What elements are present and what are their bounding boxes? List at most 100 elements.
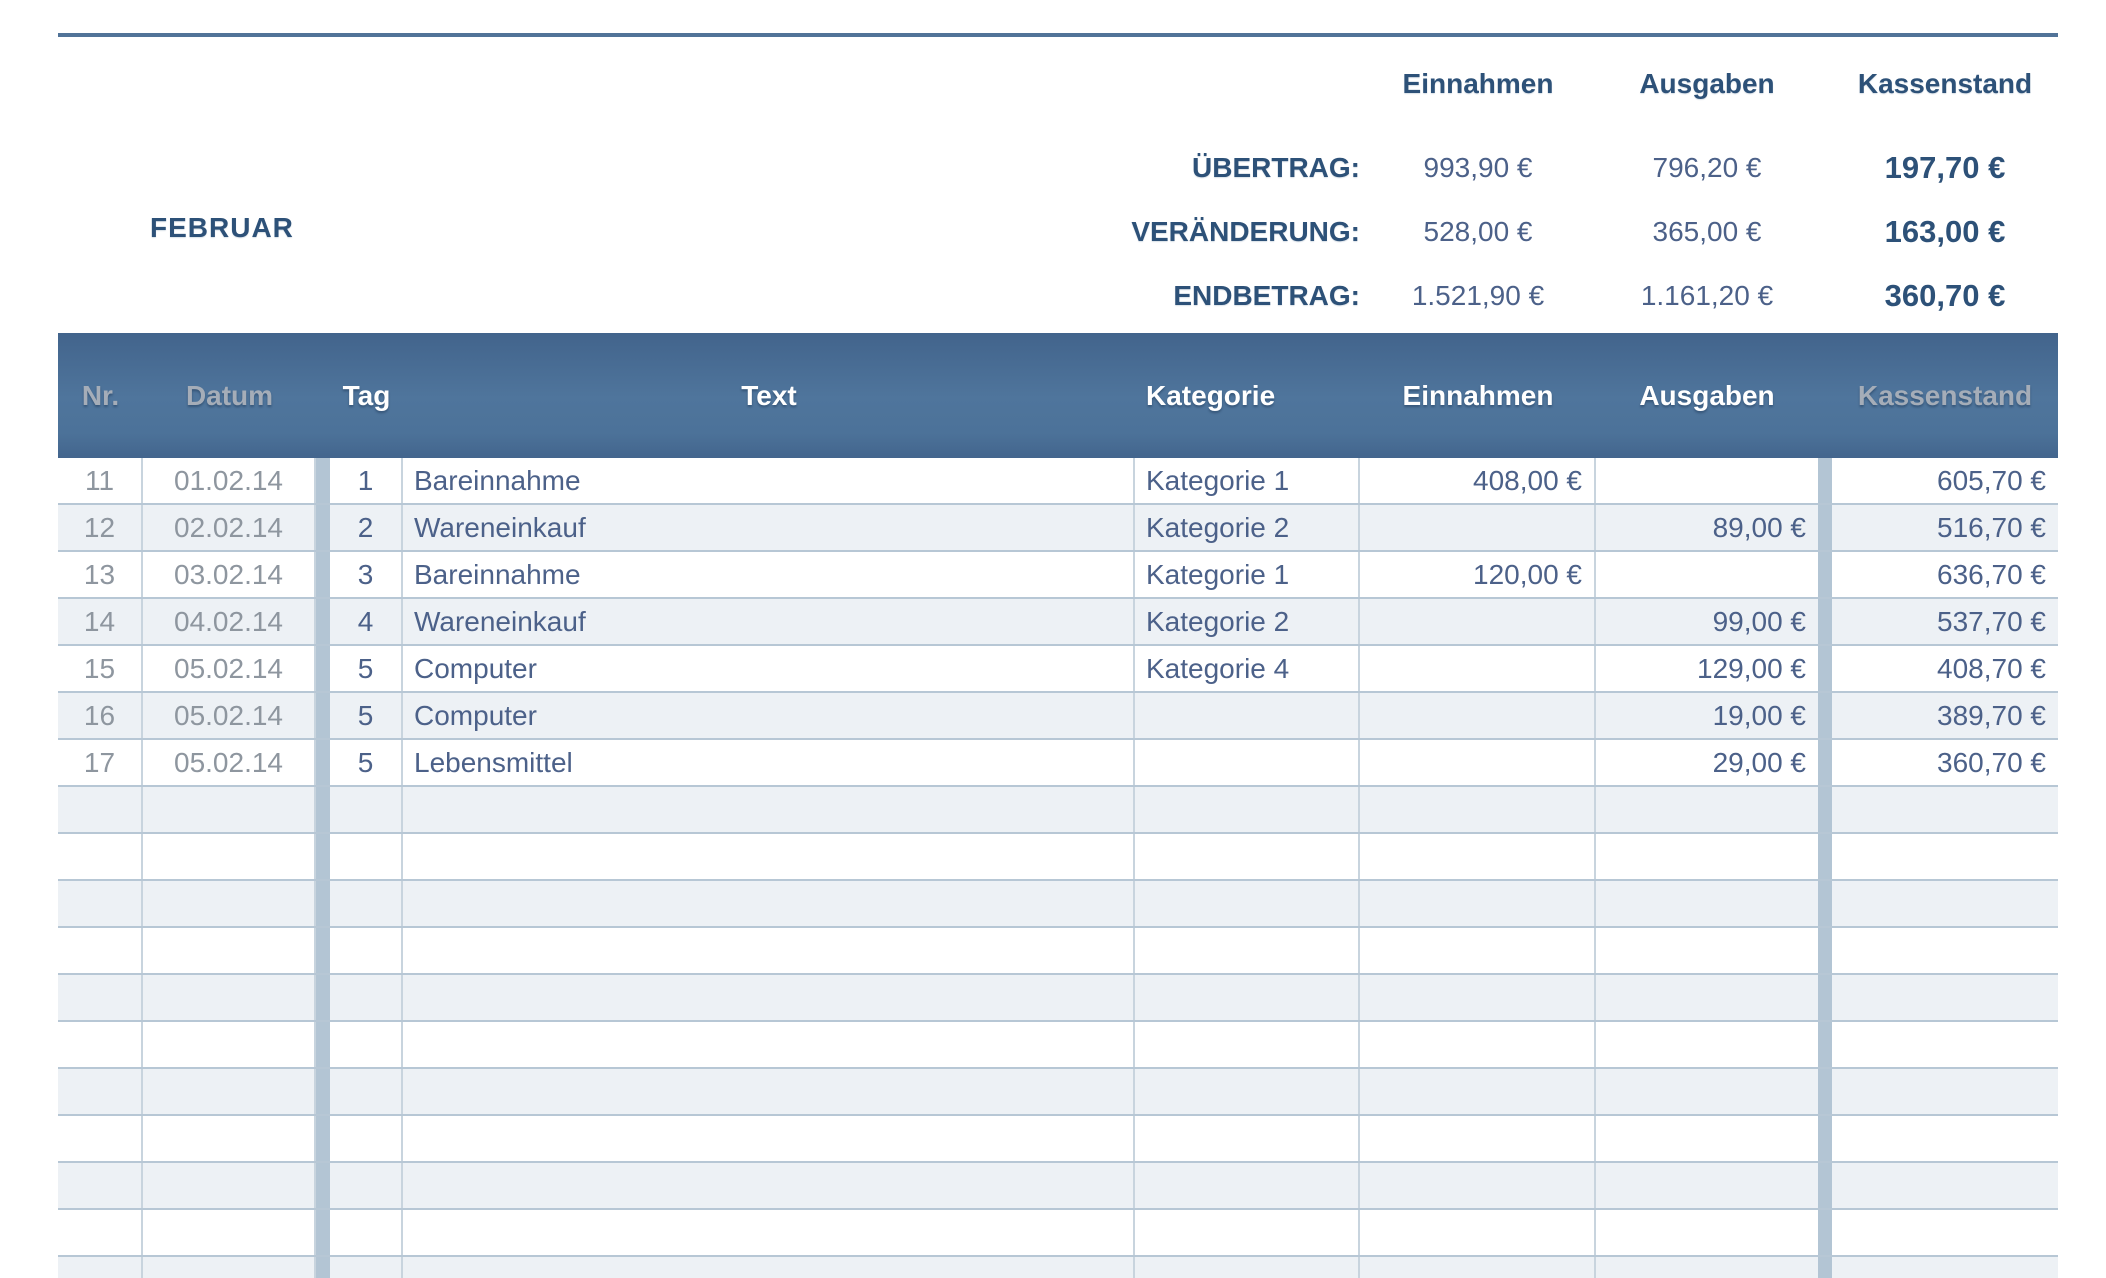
cell-nr[interactable] bbox=[58, 1022, 143, 1067]
cell-kassenstand[interactable] bbox=[1832, 881, 2058, 926]
cell-datum[interactable] bbox=[143, 975, 316, 1020]
cell-text[interactable] bbox=[403, 1163, 1135, 1208]
cell-einnahmen[interactable]: 408,00 € bbox=[1360, 458, 1596, 503]
cell-einnahmen[interactable] bbox=[1360, 599, 1596, 644]
cell-kassenstand[interactable]: 636,70 € bbox=[1832, 552, 2058, 597]
cell-kategorie[interactable] bbox=[1135, 740, 1360, 785]
table-header-kassenstand[interactable]: Kassenstand bbox=[1832, 333, 2058, 458]
cell-nr[interactable]: 12 bbox=[58, 505, 143, 550]
cell-tag[interactable] bbox=[330, 1116, 403, 1161]
summary-endbetrag-einnahmen[interactable]: 1.521,90 € bbox=[1360, 272, 1596, 320]
cell-text[interactable]: Wareneinkauf bbox=[403, 599, 1135, 644]
cell-kategorie[interactable] bbox=[1135, 881, 1360, 926]
summary-endbetrag-ausgaben[interactable]: 1.161,20 € bbox=[1596, 272, 1818, 320]
cell-tag[interactable] bbox=[330, 1163, 403, 1208]
cell-einnahmen[interactable] bbox=[1360, 975, 1596, 1020]
cell-tag[interactable]: 4 bbox=[330, 599, 403, 644]
cell-einnahmen[interactable] bbox=[1360, 1069, 1596, 1114]
cell-tag[interactable] bbox=[330, 975, 403, 1020]
summary-col-kassenstand[interactable]: Kassenstand bbox=[1832, 60, 2058, 108]
cell-ausgaben[interactable] bbox=[1596, 787, 1818, 832]
cell-ausgaben[interactable] bbox=[1596, 1210, 1818, 1255]
cell-einnahmen[interactable] bbox=[1360, 1163, 1596, 1208]
cell-kategorie[interactable]: Kategorie 2 bbox=[1135, 505, 1360, 550]
cell-einnahmen[interactable] bbox=[1360, 505, 1596, 550]
table-header-ausgaben[interactable]: Ausgaben bbox=[1596, 333, 1818, 458]
cell-ausgaben[interactable] bbox=[1596, 881, 1818, 926]
cell-einnahmen[interactable] bbox=[1360, 834, 1596, 879]
cell-datum[interactable] bbox=[143, 928, 316, 973]
cell-einnahmen[interactable] bbox=[1360, 1116, 1596, 1161]
cell-datum[interactable] bbox=[143, 1210, 316, 1255]
cell-text[interactable] bbox=[403, 1069, 1135, 1114]
cell-nr[interactable] bbox=[58, 1069, 143, 1114]
cell-kassenstand[interactable] bbox=[1832, 1210, 2058, 1255]
cell-datum[interactable]: 05.02.14 bbox=[143, 693, 316, 738]
summary-uebertrag-einnahmen[interactable]: 993,90 € bbox=[1360, 144, 1596, 192]
cell-datum[interactable]: 05.02.14 bbox=[143, 740, 316, 785]
cell-kassenstand[interactable]: 389,70 € bbox=[1832, 693, 2058, 738]
cell-ausgaben[interactable]: 89,00 € bbox=[1596, 505, 1818, 550]
cell-text[interactable]: Computer bbox=[403, 693, 1135, 738]
cell-ausgaben[interactable] bbox=[1596, 1257, 1818, 1278]
cell-ausgaben[interactable] bbox=[1596, 552, 1818, 597]
cell-text[interactable]: Computer bbox=[403, 646, 1135, 691]
cell-text[interactable]: Wareneinkauf bbox=[403, 505, 1135, 550]
cell-kategorie[interactable]: Kategorie 1 bbox=[1135, 458, 1360, 503]
cell-text[interactable]: Lebensmittel bbox=[403, 740, 1135, 785]
cell-kassenstand[interactable] bbox=[1832, 975, 2058, 1020]
cell-einnahmen[interactable] bbox=[1360, 928, 1596, 973]
cell-kategorie[interactable] bbox=[1135, 834, 1360, 879]
cell-nr[interactable]: 11 bbox=[58, 458, 143, 503]
cell-kategorie[interactable] bbox=[1135, 1069, 1360, 1114]
summary-uebertrag-ausgaben[interactable]: 796,20 € bbox=[1596, 144, 1818, 192]
cell-datum[interactable] bbox=[143, 1257, 316, 1278]
cell-datum[interactable]: 02.02.14 bbox=[143, 505, 316, 550]
cell-datum[interactable] bbox=[143, 1069, 316, 1114]
cell-kategorie[interactable] bbox=[1135, 693, 1360, 738]
cell-text[interactable] bbox=[403, 1116, 1135, 1161]
cell-kategorie[interactable] bbox=[1135, 928, 1360, 973]
cell-kategorie[interactable] bbox=[1135, 787, 1360, 832]
cell-text[interactable] bbox=[403, 1257, 1135, 1278]
cell-text[interactable] bbox=[403, 881, 1135, 926]
summary-uebertrag-kassenstand[interactable]: 197,70 € bbox=[1832, 144, 2058, 192]
cell-nr[interactable]: 14 bbox=[58, 599, 143, 644]
cell-einnahmen[interactable] bbox=[1360, 1257, 1596, 1278]
cell-tag[interactable]: 5 bbox=[330, 693, 403, 738]
cell-ausgaben[interactable]: 129,00 € bbox=[1596, 646, 1818, 691]
cell-tag[interactable] bbox=[330, 881, 403, 926]
summary-endbetrag-kassenstand[interactable]: 360,70 € bbox=[1832, 272, 2058, 320]
cell-nr[interactable] bbox=[58, 1257, 143, 1278]
cell-nr[interactable] bbox=[58, 834, 143, 879]
cell-kategorie[interactable] bbox=[1135, 1022, 1360, 1067]
cell-tag[interactable] bbox=[330, 1210, 403, 1255]
table-header-datum[interactable]: Datum bbox=[143, 333, 316, 458]
cell-datum[interactable] bbox=[143, 1116, 316, 1161]
cell-nr[interactable] bbox=[58, 1163, 143, 1208]
cell-ausgaben[interactable] bbox=[1596, 1069, 1818, 1114]
summary-label-endbetrag[interactable]: ENDBETRAG: bbox=[58, 272, 1360, 320]
cell-text[interactable]: Bareinnahme bbox=[403, 458, 1135, 503]
cell-text[interactable] bbox=[403, 975, 1135, 1020]
cell-datum[interactable]: 05.02.14 bbox=[143, 646, 316, 691]
summary-veraenderung-einnahmen[interactable]: 528,00 € bbox=[1360, 208, 1596, 256]
summary-col-ausgaben[interactable]: Ausgaben bbox=[1596, 60, 1818, 108]
cell-einnahmen[interactable] bbox=[1360, 787, 1596, 832]
cell-datum[interactable] bbox=[143, 881, 316, 926]
table-header-nr[interactable]: Nr. bbox=[58, 333, 143, 458]
cell-datum[interactable]: 01.02.14 bbox=[143, 458, 316, 503]
cell-ausgaben[interactable] bbox=[1596, 1163, 1818, 1208]
cell-kategorie[interactable]: Kategorie 4 bbox=[1135, 646, 1360, 691]
cell-einnahmen[interactable] bbox=[1360, 740, 1596, 785]
cell-text[interactable] bbox=[403, 1022, 1135, 1067]
cell-kassenstand[interactable]: 537,70 € bbox=[1832, 599, 2058, 644]
cell-kassenstand[interactable] bbox=[1832, 1257, 2058, 1278]
cell-tag[interactable]: 1 bbox=[330, 458, 403, 503]
cell-ausgaben[interactable] bbox=[1596, 1116, 1818, 1161]
summary-label-uebertrag[interactable]: ÜBERTRAG: bbox=[58, 144, 1360, 192]
cell-text[interactable] bbox=[403, 787, 1135, 832]
table-header-einnahmen[interactable]: Einnahmen bbox=[1360, 333, 1596, 458]
cell-ausgaben[interactable] bbox=[1596, 834, 1818, 879]
cell-kategorie[interactable] bbox=[1135, 1257, 1360, 1278]
